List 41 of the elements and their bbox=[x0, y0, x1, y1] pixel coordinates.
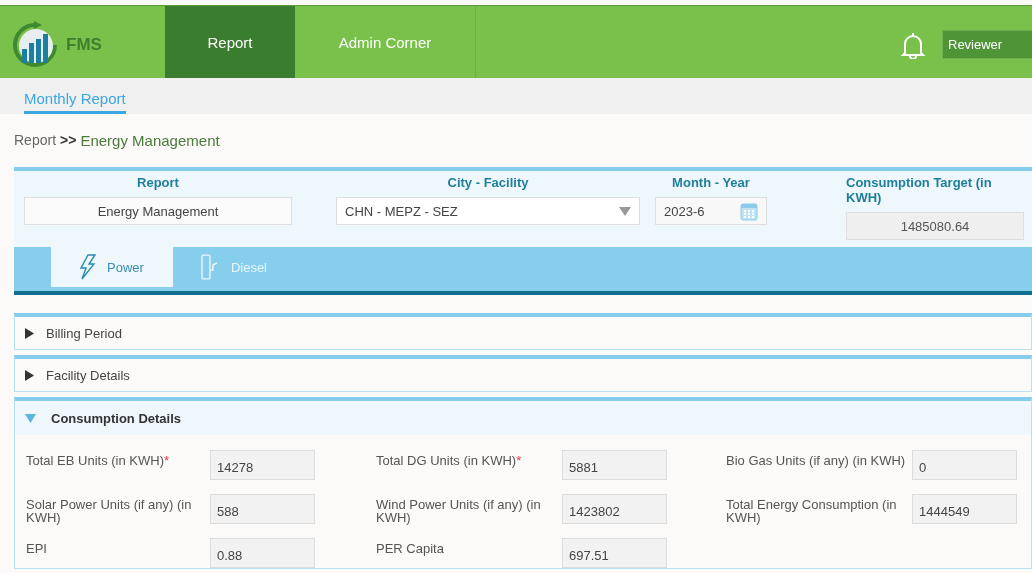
breadcrumb-separator: >> bbox=[60, 132, 77, 149]
field-label: EPI bbox=[26, 540, 48, 555]
value-field[interactable]: 5881 bbox=[562, 450, 667, 480]
nav-tab[interactable]: Report bbox=[165, 6, 295, 78]
value-field[interactable]: 588 bbox=[210, 494, 315, 524]
filter-label: Month - Year bbox=[672, 175, 750, 190]
filter-label: Consumption Target (in KWH) bbox=[846, 175, 993, 205]
dropdown-caret-icon bbox=[619, 206, 631, 216]
field-label: Total Energy Consumption (in KWH) bbox=[726, 496, 898, 524]
value-field[interactable]: 0.88 bbox=[210, 538, 315, 568]
field-label: Total DG Units (in KWH)* bbox=[376, 452, 523, 467]
collapsed-triangle-icon bbox=[25, 369, 34, 381]
field-label: Wind Power Units (if any) (in KWH) bbox=[376, 496, 542, 524]
section-header[interactable]: Billing Period bbox=[15, 317, 1031, 349]
consumption-target-field: 1485080.64 bbox=[846, 212, 1024, 240]
lightning-icon bbox=[79, 254, 97, 280]
value-field[interactable]: 14278 bbox=[210, 450, 315, 480]
value-field[interactable]: 0 bbox=[912, 450, 1017, 480]
field-label: Total EB Units (in KWH)* bbox=[26, 452, 171, 467]
expanded-triangle-icon bbox=[25, 413, 36, 423]
filter-label: City - Facility bbox=[447, 175, 529, 190]
report-field[interactable]: Energy Management bbox=[24, 197, 292, 225]
breadcrumb-current: Energy Management bbox=[80, 132, 220, 149]
calendar-icon[interactable] bbox=[740, 201, 758, 221]
section-header[interactable]: Consumption Details bbox=[15, 401, 1031, 435]
field-label: PER Capita bbox=[376, 540, 445, 555]
collapsed-triangle-icon bbox=[25, 327, 34, 339]
value-field[interactable]: 697.51 bbox=[562, 538, 667, 568]
notification-bell-icon[interactable] bbox=[900, 30, 926, 59]
month-year-field[interactable]: 2023-6 bbox=[655, 197, 767, 225]
logo-text: FMS bbox=[66, 34, 102, 55]
filter-label: Report bbox=[137, 175, 179, 190]
section-header[interactable]: Facility Details bbox=[15, 359, 1031, 391]
value-field[interactable]: 1423802 bbox=[562, 494, 667, 524]
value-field[interactable]: 1444549 bbox=[912, 494, 1017, 524]
role-dropdown[interactable]: Reviewer bbox=[942, 30, 1032, 59]
breadcrumb-link[interactable]: Report bbox=[14, 132, 57, 149]
power-tab[interactable]: Power bbox=[51, 247, 173, 287]
field-label: Solar Power Units (if any) (in KWH) bbox=[26, 496, 193, 524]
facility-dropdown[interactable]: CHN - MEPZ - SEZ bbox=[336, 197, 640, 225]
field-label: Bio Gas Units (if any) (in KWH) bbox=[726, 452, 907, 467]
